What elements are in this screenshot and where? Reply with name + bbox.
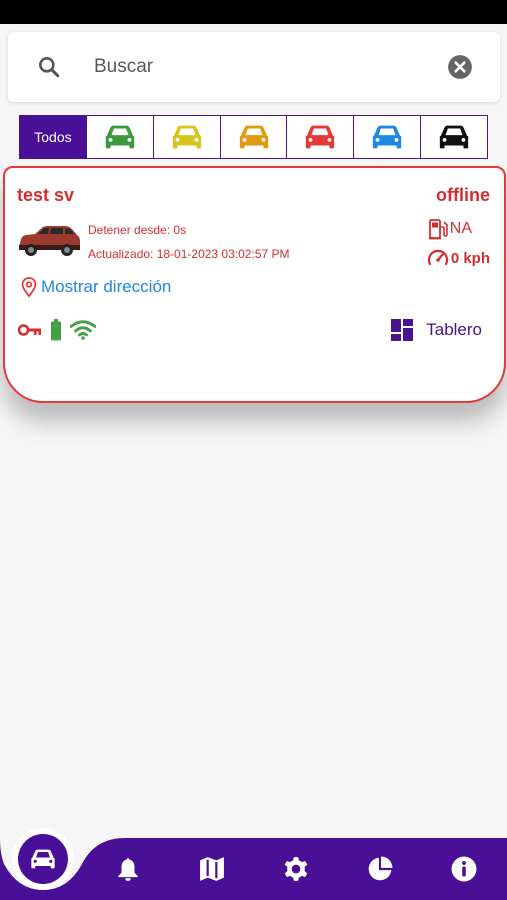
car-blue-icon: [373, 125, 402, 149]
updated-text: Actualizado: 18-01-2023 03:02:57 PM: [88, 247, 290, 261]
pie-chart-icon: [368, 856, 393, 881]
status-bar: [0, 0, 507, 24]
ignition-key-icon: [18, 324, 41, 336]
map-icon: [200, 857, 224, 881]
location-pin-icon: [21, 277, 37, 297]
gear-icon: [284, 857, 308, 881]
show-address-label: Mostrar dirección: [41, 277, 172, 296]
vehicle-image: [19, 226, 80, 256]
nav-map[interactable]: [199, 856, 225, 882]
filter-black[interactable]: [421, 116, 487, 158]
dashboard-label: Tablero: [426, 320, 482, 339]
bell-icon: [118, 858, 138, 881]
dashboard-icon: [391, 319, 414, 341]
filter-green[interactable]: [87, 116, 154, 158]
car-yellow-icon: [172, 125, 201, 149]
nav-reports[interactable]: [367, 856, 393, 882]
bottom-nav-background: [0, 838, 507, 900]
dashboard-button[interactable]: Tablero: [390, 318, 482, 342]
wifi-icon: [70, 320, 96, 340]
speed-indicator: 0 kph: [427, 248, 490, 268]
stop-since-text: Detener desde: 0s: [88, 223, 187, 237]
search-icon[interactable]: [36, 54, 62, 80]
nav-settings[interactable]: [283, 856, 309, 882]
nav-notifications[interactable]: [115, 856, 141, 882]
search-input[interactable]: [94, 52, 414, 82]
clear-icon[interactable]: [447, 54, 473, 80]
car-red-icon: [306, 125, 335, 149]
vehicle-status-icons: [18, 319, 96, 341]
car-black-icon: [439, 125, 469, 149]
speedometer-icon: [427, 249, 448, 266]
car-green-icon: [105, 125, 134, 149]
speed-value: 0 kph: [450, 249, 490, 267]
bottom-navigation: [0, 838, 507, 900]
search-bar: [8, 32, 500, 102]
filter-all-label: Todos: [34, 129, 72, 145]
filter-yellow[interactable]: [154, 116, 221, 158]
nav-info[interactable]: [451, 856, 477, 882]
color-filter-bar: Todos: [19, 115, 488, 159]
nav-vehicles[interactable]: [18, 834, 68, 884]
vehicle-card[interactable]: test sv offline Detener desde: 0s Actual…: [3, 166, 506, 403]
fuel-pump-icon: [428, 219, 448, 240]
battery-icon: [51, 319, 61, 341]
vehicle-name: test sv: [17, 185, 75, 205]
fuel-indicator: NA: [428, 218, 472, 240]
filter-all[interactable]: Todos: [20, 116, 87, 158]
vehicle-status: offline: [436, 185, 490, 205]
car-icon: [31, 849, 55, 869]
show-address-link[interactable]: Mostrar dirección: [21, 277, 171, 297]
filter-orange[interactable]: [221, 116, 288, 158]
fuel-value: NA: [449, 220, 472, 237]
filter-red[interactable]: [287, 116, 355, 158]
filter-blue[interactable]: [354, 116, 422, 158]
info-icon: [451, 856, 477, 882]
car-orange-icon: [239, 125, 268, 149]
